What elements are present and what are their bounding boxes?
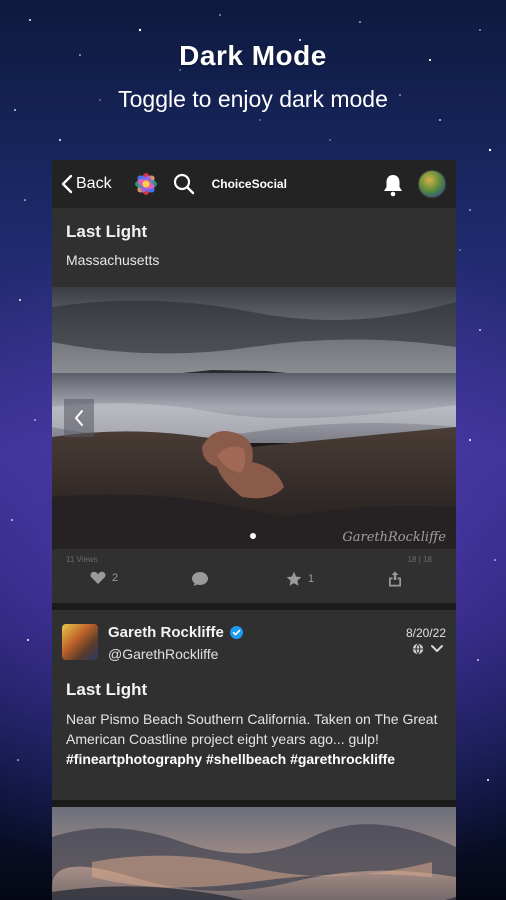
brand-name[interactable]: ChoiceSocial [212, 177, 287, 191]
share-icon [389, 571, 401, 587]
hashtag[interactable]: #shellbeach [206, 751, 286, 767]
seascape-photo [52, 287, 456, 549]
chevron-left-icon [61, 174, 73, 194]
post-actions: 2 1 [52, 571, 456, 593]
post-menu [412, 643, 444, 655]
user-avatar[interactable] [418, 170, 446, 198]
post-body-text: Near Pismo Beach Southern California. Ta… [66, 711, 438, 747]
like-button[interactable]: 2 [90, 571, 118, 585]
heart-icon [90, 571, 106, 584]
comment-icon [192, 572, 208, 586]
back-button[interactable]: Back [60, 174, 112, 194]
star-button[interactable]: 1 [286, 571, 314, 587]
photographer-signature: GarethRockliffe [342, 530, 446, 545]
globe-icon [412, 643, 424, 655]
image-counter: 18 | 18 [407, 555, 432, 564]
comment-button[interactable] [191, 571, 209, 587]
post-image[interactable] [52, 807, 456, 900]
author-name-row[interactable]: Gareth Rockliffe [108, 624, 243, 641]
share-button[interactable] [388, 571, 402, 587]
post-divider [52, 800, 456, 807]
app-logo-icon[interactable] [128, 166, 164, 202]
author-name: Gareth Rockliffe [108, 624, 224, 641]
chevron-left-icon [75, 410, 83, 426]
top-navigation-bar: Back ChoiceSocial [52, 160, 456, 208]
view-count: 11 Views [66, 555, 98, 564]
post-title: Last Light [66, 222, 148, 241]
bell-icon[interactable] [382, 173, 404, 197]
post-date: 8/20/22 [405, 626, 446, 640]
post-footer: 11 Views 18 | 18 2 1 [52, 549, 456, 603]
hashtag[interactable]: #garethrockliffe [290, 751, 395, 767]
sunset-clouds-photo [52, 807, 456, 900]
star-icon [286, 571, 302, 586]
post-divider [52, 603, 456, 610]
carousel-indicator-dot[interactable] [250, 533, 256, 539]
post-location: Massachusetts [66, 252, 160, 268]
post-card[interactable]: Gareth Rockliffe @GarethRockliffe 8/20/2… [52, 610, 456, 800]
post-title: Last Light [66, 680, 148, 699]
star-count: 1 [308, 573, 315, 585]
promo-subtitle: Toggle to enjoy dark mode [118, 86, 388, 112]
carousel-prev-button[interactable] [64, 399, 94, 437]
promo-title: Dark Mode [179, 40, 327, 71]
chevron-down-icon[interactable] [430, 644, 444, 654]
post-body: Near Pismo Beach Southern California. Ta… [66, 709, 444, 769]
author-handle[interactable]: @GarethRockliffe [108, 646, 218, 662]
hashtag[interactable]: #fineartphotography [66, 751, 202, 767]
search-icon[interactable] [172, 172, 196, 196]
post-header: Last Light Massachusetts [52, 208, 456, 287]
app-screen: Back ChoiceSocial Last Light Massachuset… [52, 160, 456, 900]
post-image-carousel[interactable]: GarethRockliffe [52, 287, 456, 549]
back-label: Back [76, 175, 112, 192]
author-avatar[interactable] [62, 624, 98, 660]
like-count: 2 [112, 572, 119, 584]
verified-badge-icon [229, 626, 243, 639]
